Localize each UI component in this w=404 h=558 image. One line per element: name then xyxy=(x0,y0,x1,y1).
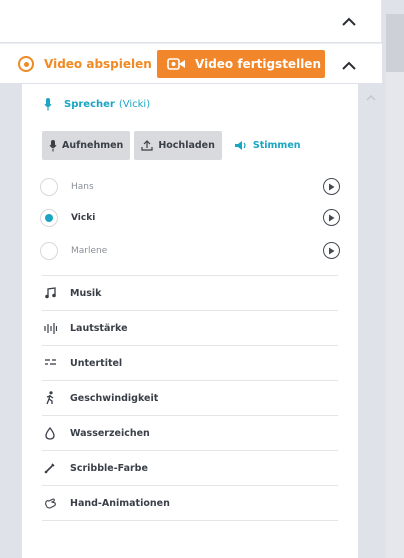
voice-preview-button[interactable] xyxy=(323,209,340,226)
scrollbar-thumb[interactable] xyxy=(386,14,404,72)
section-label: Geschwindigkeit xyxy=(70,392,159,404)
section-music[interactable]: Musik xyxy=(42,275,338,310)
voices-label: Stimmen xyxy=(252,140,301,151)
volume-levels-icon xyxy=(42,320,58,336)
finish-video-button[interactable]: Video fertigstellen xyxy=(157,50,325,78)
section-label: Hand-Animationen xyxy=(70,497,170,509)
section-label: Lautstärke xyxy=(70,322,128,334)
section-label: Untertitel xyxy=(70,357,123,369)
running-person-icon xyxy=(42,390,58,406)
section-label: Wasserzeichen xyxy=(70,427,150,439)
section-volume[interactable]: Lautstärke xyxy=(42,310,338,345)
upload-label: Hochladen xyxy=(158,140,215,151)
settings-panel: Sprecher (Vicki) Aufnehmen Hochladen Sti… xyxy=(22,84,358,558)
voice-radio[interactable] xyxy=(40,242,58,260)
finish-video-label: Video fertigstellen xyxy=(195,57,321,71)
watermark-icon xyxy=(42,425,58,441)
upload-button[interactable]: Hochladen xyxy=(134,131,222,160)
voice-preview-button[interactable] xyxy=(323,178,340,195)
section-scribble-color[interactable]: Scribble-Farbe xyxy=(42,450,338,485)
section-subtitles[interactable]: Untertitel xyxy=(42,345,338,380)
action-bar: Video abspielen Video fertigstellen xyxy=(0,43,382,83)
collapse-panel-button[interactable] xyxy=(336,52,362,78)
play-icon xyxy=(329,214,335,221)
section-speed[interactable]: Geschwindigkeit xyxy=(42,380,338,415)
play-icon xyxy=(329,183,335,190)
top-panel xyxy=(0,0,382,42)
voice-row[interactable]: Hans xyxy=(40,176,340,198)
speaker-header: Sprecher (Vicki) xyxy=(44,98,150,111)
play-icon xyxy=(329,247,335,254)
speaker-title: Sprecher xyxy=(64,99,115,110)
play-video-button[interactable]: Video abspielen xyxy=(18,52,152,76)
scroll-up-arrow[interactable] xyxy=(364,90,378,104)
voice-row[interactable]: Vicki xyxy=(40,207,340,229)
chevron-up-icon xyxy=(342,17,356,26)
chevron-up-icon xyxy=(342,61,356,70)
microphone-icon xyxy=(49,139,57,151)
microphone-icon xyxy=(44,98,52,111)
voice-radio[interactable] xyxy=(40,209,58,227)
video-camera-icon xyxy=(167,58,185,70)
collapse-top-button[interactable] xyxy=(336,8,362,34)
section-divider xyxy=(42,520,338,521)
voice-name: Vicki xyxy=(71,213,96,223)
play-video-label: Video abspielen xyxy=(44,57,152,71)
voice-radio[interactable] xyxy=(40,178,58,196)
music-note-icon xyxy=(42,285,58,301)
record-circle-icon xyxy=(18,56,34,72)
voice-name: Marlene xyxy=(71,246,108,256)
voice-name: Hans xyxy=(71,182,94,192)
speaker-actions: Aufnehmen Hochladen Stimmen xyxy=(42,131,301,160)
section-hand-animations[interactable]: Hand-Animationen xyxy=(42,485,338,520)
upload-icon xyxy=(141,140,153,151)
voice-row[interactable]: Marlene xyxy=(40,240,340,262)
pencil-icon xyxy=(42,460,58,476)
chevron-up-icon xyxy=(366,94,376,101)
record-button[interactable]: Aufnehmen xyxy=(42,131,131,160)
section-label: Scribble-Farbe xyxy=(70,462,148,474)
voice-preview-button[interactable] xyxy=(323,242,340,259)
voices-link[interactable]: Stimmen xyxy=(234,140,301,151)
hand-icon xyxy=(42,495,58,511)
speaker-current: (Vicki) xyxy=(118,99,151,110)
record-label: Aufnehmen xyxy=(62,140,124,151)
subtitles-icon xyxy=(42,355,58,371)
speaker-volume-icon xyxy=(234,141,246,150)
section-watermark[interactable]: Wasserzeichen xyxy=(42,415,338,450)
section-label: Musik xyxy=(70,287,102,299)
scrollbar-track[interactable] xyxy=(386,14,404,558)
